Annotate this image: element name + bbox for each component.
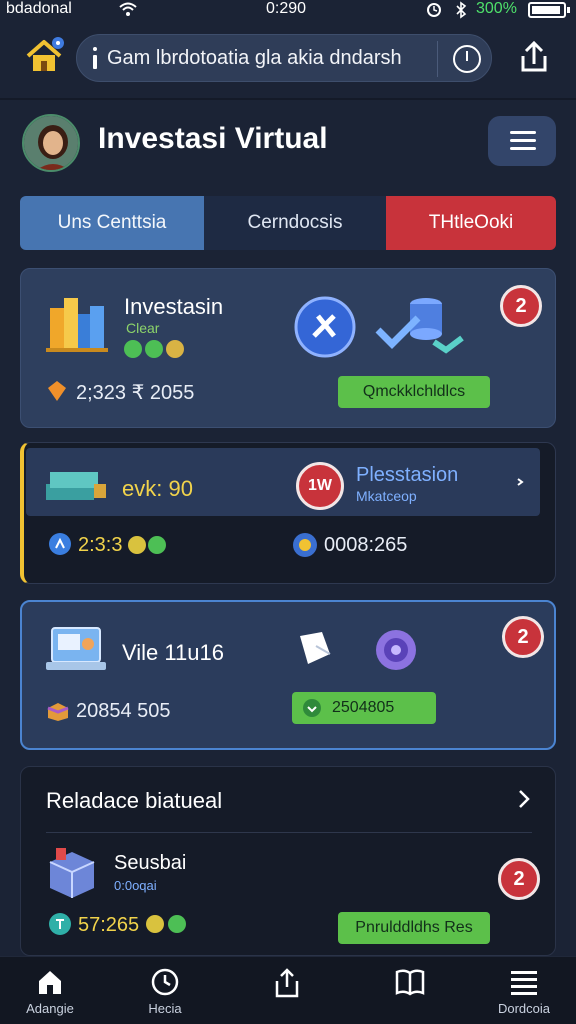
- crypto-token-icon[interactable]: [294, 296, 356, 358]
- bottom-nav: Adangie Hecia Dordcoia: [0, 956, 576, 1024]
- share-icon: [521, 40, 547, 72]
- cube-box-icon: [49, 848, 95, 898]
- home-button[interactable]: [22, 34, 66, 78]
- gold-coin-icon: [166, 340, 184, 358]
- database-check-icon: [375, 298, 464, 354]
- nav-bookmarks[interactable]: [359, 957, 459, 1024]
- investasin-tags: [124, 340, 184, 358]
- info-icon: [93, 47, 97, 69]
- vile-amount: 20854 505: [76, 700, 171, 722]
- plesstasion-subtitle: Mkatceop: [356, 488, 417, 504]
- avatar[interactable]: [22, 114, 80, 172]
- battery-percent: 300%: [476, 0, 517, 17]
- tab-bar: Uns Centtsia Cerndocsis THtleOoki: [20, 196, 556, 250]
- alarm-icon: [427, 3, 441, 17]
- gem-icon: [48, 381, 66, 401]
- home-icon: [39, 971, 61, 994]
- teal-token-icon: [49, 913, 71, 935]
- wifi-icon: [119, 2, 137, 16]
- investasin-subtitle: Clear: [126, 320, 160, 336]
- green-coin-icon: [124, 340, 142, 358]
- menu-button[interactable]: [488, 116, 556, 166]
- vile-badge[interactable]: 2: [502, 616, 544, 658]
- download-icon: [303, 699, 321, 717]
- green-coin-icon: [145, 340, 163, 358]
- related-item-amount: 57:265: [78, 914, 140, 936]
- related-item-action-button[interactable]: Pnrulddldhs Res: [338, 912, 490, 944]
- vile-title: Vile 11u16: [122, 640, 224, 665]
- green-coin-icon: [168, 915, 186, 933]
- related-item-title: Seusbai: [114, 852, 187, 874]
- book-icon: [395, 969, 425, 996]
- reload-icon[interactable]: [453, 45, 481, 73]
- nav-menu[interactable]: Dordcoia: [474, 957, 574, 1024]
- nav-share[interactable]: [237, 957, 337, 1024]
- related-item-badge[interactable]: 2: [498, 858, 540, 900]
- battery-icon: [528, 2, 570, 18]
- box-icon: [47, 703, 69, 721]
- vile-action-button[interactable]: 2504805: [292, 692, 436, 724]
- stack-chart-icon: [46, 298, 108, 352]
- header-divider: [0, 98, 576, 100]
- url-divider: [437, 41, 438, 77]
- plesstasion-badge[interactable]: 1W: [296, 462, 344, 510]
- investasin-title: Investasin: [124, 294, 224, 319]
- nav-history[interactable]: Hecia: [115, 957, 215, 1024]
- nav-history-label: Hecia: [148, 1001, 182, 1016]
- carrier-label: bdadonal: [6, 0, 72, 17]
- nav-home[interactable]: Adangie: [0, 957, 100, 1024]
- shield-coin-icon: [293, 533, 317, 557]
- clock: 0:290: [266, 0, 307, 17]
- tab-cerndocsis[interactable]: Cerndocsis: [204, 196, 386, 250]
- plesstasion-right-amount: 0008:265: [324, 534, 408, 556]
- url-text[interactable]: Gam lbrdotoatia gla akia dndarsh: [107, 47, 402, 70]
- related-title: Reladace biatueal: [46, 788, 223, 813]
- tab-uns-centtsia[interactable]: Uns Centtsia: [20, 196, 204, 250]
- url-bar[interactable]: Gam lbrdotoatia gla akia dndarsh: [76, 34, 492, 82]
- plesstasion-label: evk: 90: [122, 476, 193, 501]
- laptop-icon: [46, 627, 106, 670]
- investasin-action-button[interactable]: Qmckklchldlcs: [338, 376, 490, 408]
- history-icon: [151, 968, 179, 996]
- nav-menu-label: Dordcoia: [497, 1001, 551, 1016]
- green-coin-icon: [148, 536, 166, 554]
- chevron-right-icon[interactable]: [514, 476, 526, 488]
- home-icon: [26, 37, 64, 71]
- share-icon: [275, 968, 299, 998]
- cash-stack-icon: [46, 472, 106, 500]
- bluetooth-icon: [456, 1, 467, 19]
- user-avatar-icon: [24, 116, 78, 170]
- plesstasion-title: Plesstasion: [356, 464, 459, 486]
- blue-token-icon: [49, 533, 71, 555]
- list-icon: [511, 971, 537, 995]
- status-bar: bdadonal 0:290 300%: [0, 0, 576, 22]
- target-icon[interactable]: [374, 628, 418, 672]
- nav-home-label: Adangie: [26, 1001, 74, 1016]
- page-title: Investasi Virtual: [98, 122, 328, 155]
- gold-coin-icon: [128, 536, 146, 554]
- investasin-badge[interactable]: 2: [500, 285, 542, 327]
- tab-thtleooki[interactable]: THtleOoki: [386, 196, 556, 250]
- related-item-subtitle: 0:0oqai: [114, 878, 157, 893]
- investasin-amount: 2;323 ₹ 2055: [76, 382, 195, 404]
- chevron-right-icon[interactable]: [516, 788, 532, 810]
- related-divider: [46, 832, 532, 833]
- document-icon: [300, 632, 331, 664]
- plesstasion-left-amount: 2:3:3: [78, 534, 123, 556]
- share-button[interactable]: [512, 36, 556, 80]
- gold-coin-icon: [146, 915, 164, 933]
- vile-action-label: 2504805: [332, 699, 395, 716]
